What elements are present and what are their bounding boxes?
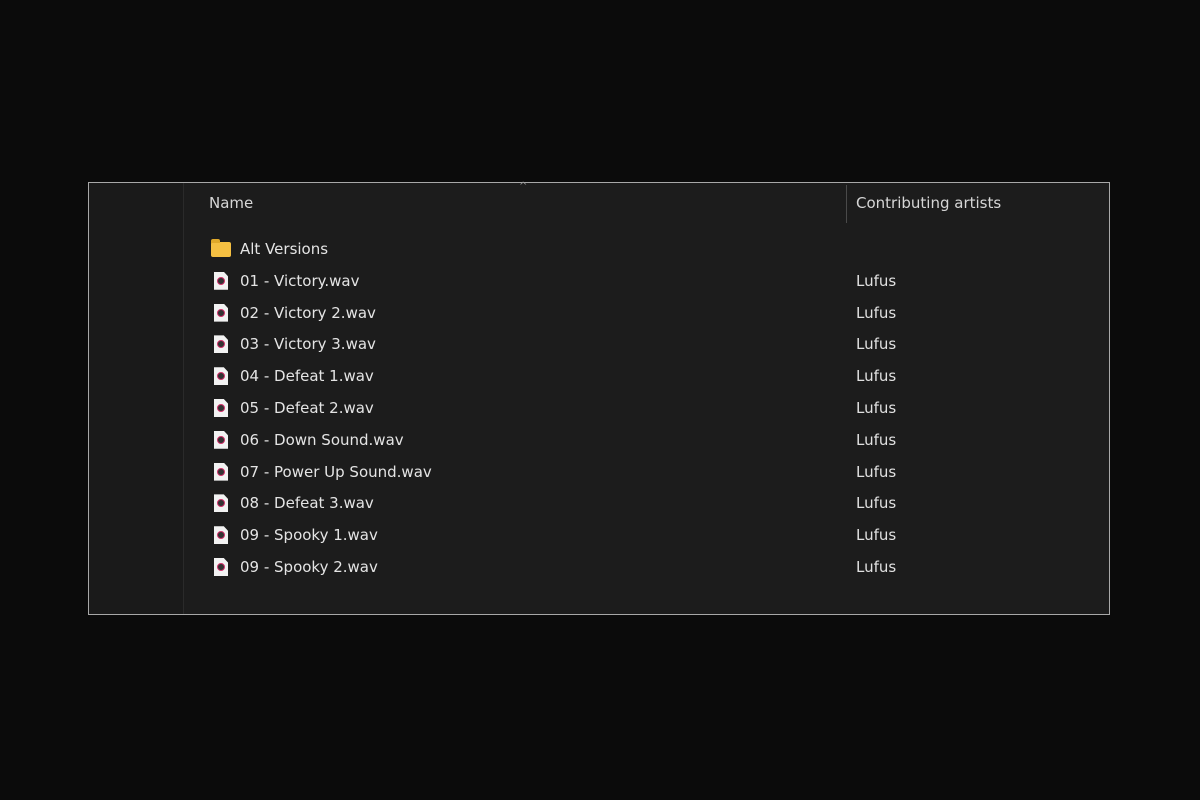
audio-file-icon (211, 430, 231, 450)
file-name: 05 - Defeat 2.wav (240, 399, 374, 417)
audio-file-icon (211, 493, 231, 513)
file-row[interactable]: 02 - Victory 2.wav Lufus (211, 298, 1091, 328)
file-name: 03 - Victory 3.wav (240, 335, 376, 354)
file-name: 09 - Spooky 2.wav (240, 558, 378, 576)
contributing-artist: Lufus (856, 367, 897, 386)
contributing-artist: Lufus (856, 271, 897, 290)
folder-icon (211, 238, 231, 259)
contributing-artist: Lufus (856, 303, 897, 322)
file-row[interactable]: 08 - Defeat 3.wav Lufus (211, 488, 1091, 518)
file-row[interactable]: 04 - Defeat 1.wav Lufus (211, 361, 1091, 391)
audio-file-icon (211, 462, 231, 482)
audio-file-icon (211, 557, 231, 577)
contributing-artist: Lufus (856, 335, 897, 354)
file-row[interactable]: 09 - Spooky 2.wav Lufus (211, 552, 1091, 582)
file-row[interactable]: 06 - Down Sound.wav Lufus (211, 425, 1091, 455)
file-name: 06 - Down Sound.wav (240, 430, 404, 449)
contributing-artist: Lufus (856, 526, 897, 545)
file-name: 02 - Victory 2.wav (240, 303, 376, 322)
navigation-pane[interactable] (89, 183, 184, 614)
file-name: 08 - Defeat 3.wav (240, 494, 374, 513)
file-explorer-window: ^ Name Contributing artists Alt Versions… (88, 181, 1110, 615)
contributing-artist: Lufus (856, 494, 897, 513)
audio-file-icon (211, 366, 231, 386)
contributing-artist: Lufus (856, 558, 897, 576)
contributing-artist: Lufus (856, 462, 897, 481)
contributing-artist: Lufus (856, 399, 897, 417)
file-row[interactable]: 03 - Victory 3.wav Lufus (211, 329, 1091, 359)
audio-file-icon (211, 303, 231, 323)
file-row[interactable]: 09 - Spooky 1.wav Lufus (211, 520, 1091, 550)
sort-ascending-icon: ^ (519, 181, 528, 192)
audio-file-icon (211, 271, 231, 291)
column-header-name[interactable]: Name (209, 194, 253, 212)
file-name: 04 - Defeat 1.wav (240, 367, 374, 386)
audio-file-icon (211, 398, 231, 418)
file-name: 07 - Power Up Sound.wav (240, 462, 432, 481)
file-row[interactable]: 01 - Victory.wav Lufus (211, 266, 1091, 296)
contributing-artist: Lufus (856, 430, 897, 449)
file-row[interactable]: 07 - Power Up Sound.wav Lufus (211, 457, 1091, 487)
file-name: Alt Versions (240, 240, 329, 258)
audio-file-icon (211, 334, 231, 354)
file-name: 01 - Victory.wav (240, 271, 360, 290)
column-header-contributing-artists[interactable]: Contributing artists (856, 194, 1001, 212)
audio-file-icon (211, 525, 231, 545)
column-divider[interactable] (846, 185, 847, 223)
file-name: 09 - Spooky 1.wav (240, 526, 378, 545)
file-row[interactable]: 05 - Defeat 2.wav Lufus (211, 393, 1091, 423)
folder-row[interactable]: Alt Versions (211, 234, 1091, 264)
